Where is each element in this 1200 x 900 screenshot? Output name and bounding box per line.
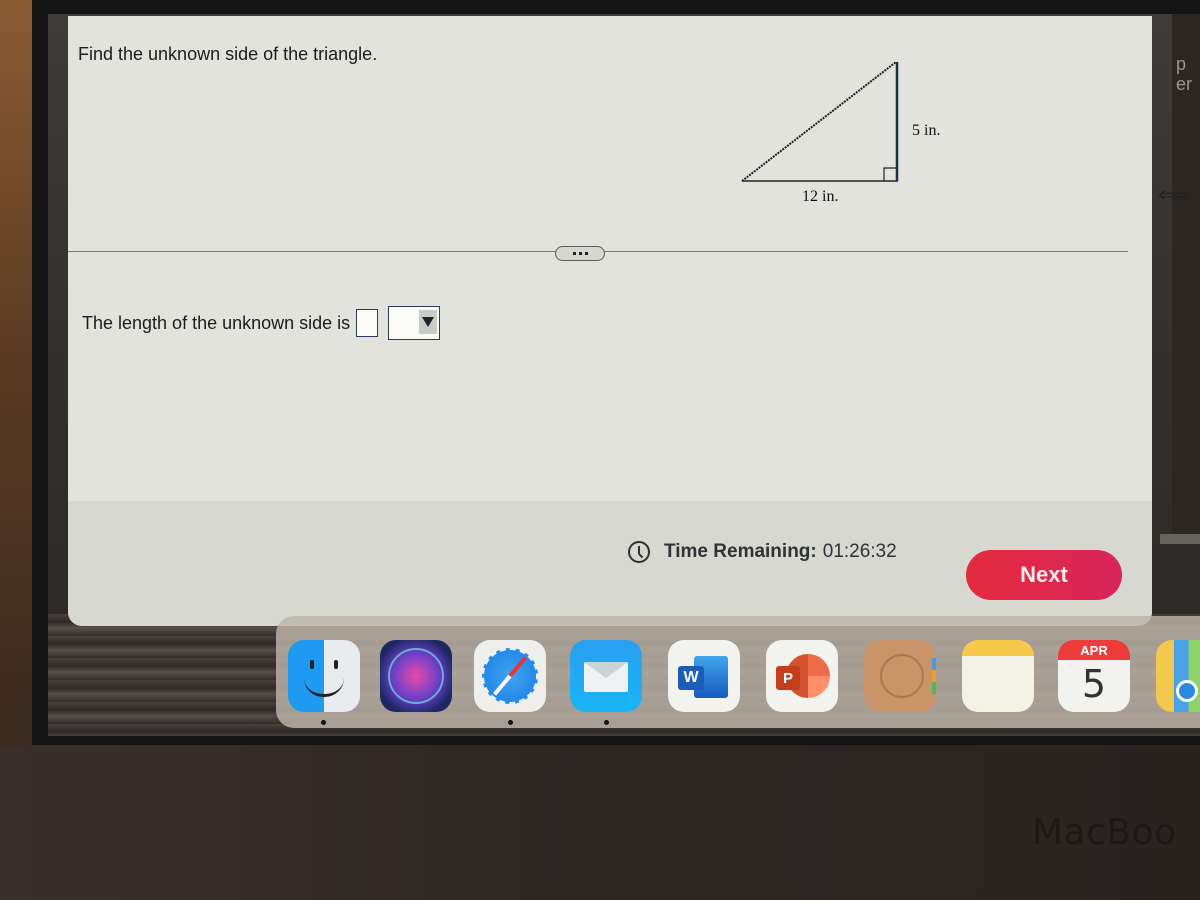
calendar-icon[interactable]: APR 5: [1058, 640, 1130, 712]
mail-icon[interactable]: [570, 640, 642, 712]
caret-down-icon: [422, 317, 435, 327]
hypotenuse: [741, 61, 897, 182]
more-options-button[interactable]: [555, 246, 605, 261]
contacts-icon[interactable]: [864, 640, 936, 712]
dot-icon: [584, 252, 588, 255]
finder-icon[interactable]: [288, 640, 360, 712]
unit-dropdown[interactable]: [388, 306, 441, 340]
dropdown-arrow-button[interactable]: [419, 310, 438, 334]
running-indicator: [321, 720, 326, 725]
answer-row: The length of the unknown side is: [82, 306, 441, 340]
safari-icon[interactable]: [474, 640, 546, 712]
next-button[interactable]: Next: [966, 550, 1122, 600]
time-remaining: Time Remaining: 01:26:32: [628, 541, 897, 563]
siri-icon[interactable]: [380, 640, 452, 712]
dot-icon: [572, 252, 576, 255]
answer-label: The length of the unknown side is: [82, 312, 351, 333]
running-indicator: [508, 720, 513, 725]
triangle-figure: 5 in. 12 in.: [708, 46, 948, 221]
vertical-leg-label: 5 in.: [912, 122, 941, 139]
notes-icon[interactable]: [962, 640, 1034, 712]
right-angle-marker: [883, 167, 897, 181]
word-icon[interactable]: W: [668, 640, 740, 712]
background-window-bar: [1160, 534, 1200, 544]
timer-value: 01:26:32: [822, 541, 897, 562]
powerpoint-icon[interactable]: P: [766, 640, 838, 712]
dot-icon: [578, 252, 582, 255]
clock-icon: [628, 541, 650, 563]
laptop-chin: [0, 745, 1200, 900]
screen: p er Find the unknown side of the triang…: [48, 14, 1200, 736]
running-indicator: [604, 720, 609, 725]
timer-label: Time Remaining:: [664, 541, 817, 562]
maps-icon[interactable]: [1156, 640, 1200, 712]
dock: W P APR 5: [276, 616, 1200, 728]
device-brand-label: MacBoo: [1032, 812, 1177, 853]
background-window-text: p er: [1176, 54, 1193, 94]
quiz-window: Find the unknown side of the triangle. 5…: [68, 16, 1152, 626]
answer-input[interactable]: [356, 309, 379, 337]
resize-cursor-icon: ⟺: [1158, 182, 1190, 207]
horizontal-leg-label: 12 in.: [802, 188, 839, 205]
question-prompt: Find the unknown side of the triangle.: [78, 44, 378, 64]
